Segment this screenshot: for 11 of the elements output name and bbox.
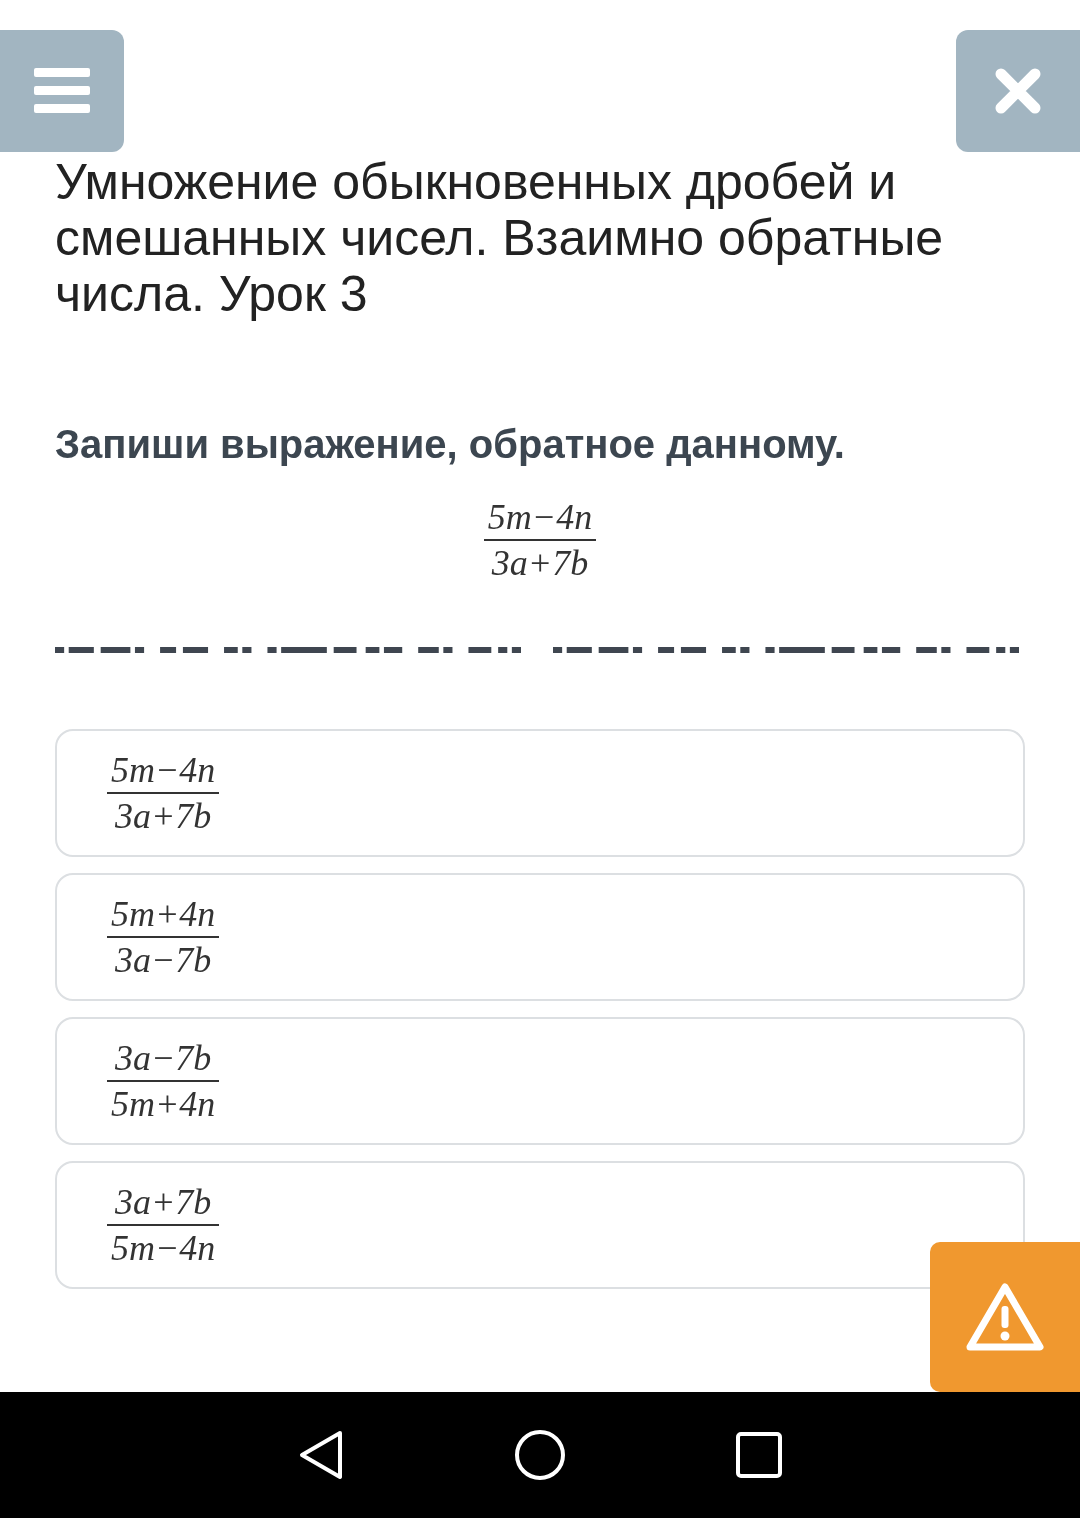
option-fraction: 5m−4n 3a+7b	[107, 748, 220, 838]
answer-option[interactable]: 3a−7b 5m+4n	[55, 1017, 1025, 1145]
answer-option[interactable]: 3a+7b 5m−4n	[55, 1161, 1025, 1289]
lesson-title: Умножение обыкновенных дробей и смешанных чисел. Взаимно обратные числа. Урок 3	[55, 154, 945, 322]
answer-option[interactable]: 5m−4n 3a+7b	[55, 729, 1025, 857]
given-fraction: 5m−4n 3a+7b	[483, 495, 597, 585]
option-fraction: 3a−7b 5m+4n	[107, 1036, 220, 1126]
option-fraction: 5m+4n 3a−7b	[107, 892, 220, 982]
answer-option[interactable]: 5m+4n 3a−7b	[55, 873, 1025, 1001]
question-text: Запиши выражение, обратное данному.	[55, 422, 846, 467]
option-fraction: 3a+7b 5m−4n	[107, 1180, 220, 1270]
